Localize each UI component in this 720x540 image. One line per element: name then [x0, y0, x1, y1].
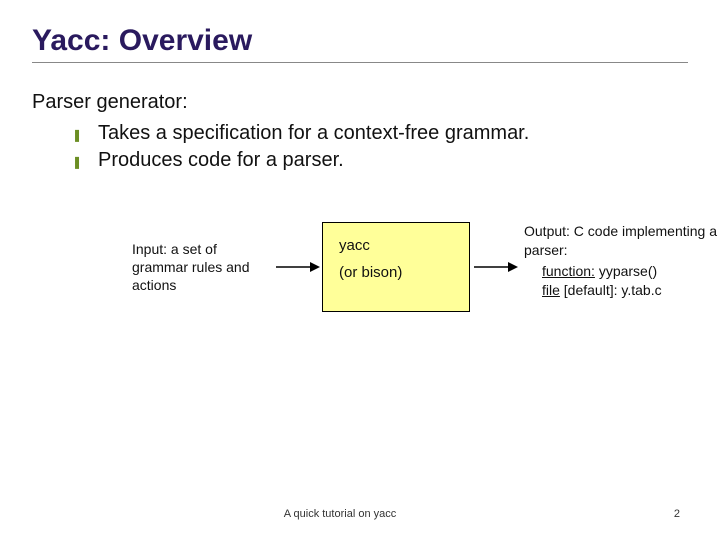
slide: Yacc: Overview Parser generator: ❚ Takes…	[0, 0, 720, 540]
file-value: y.tab.c	[621, 282, 661, 298]
bullet-icon: ❚	[72, 127, 84, 143]
output-file-line: file [default]: y.tab.c	[542, 281, 720, 300]
diagram-output-label: Output: C code implementing a parser: fu…	[524, 222, 720, 300]
flow-diagram: Input: a set of grammar rules and action…	[32, 222, 688, 342]
diagram-process-box: yacc (or bison)	[322, 222, 470, 312]
lead-text: Parser generator:	[32, 91, 688, 114]
diagram-input-label: Input: a set of grammar rules and action…	[132, 240, 272, 295]
slide-title: Yacc: Overview	[32, 24, 688, 58]
arrow-icon	[474, 260, 518, 274]
bison-label: (or bison)	[339, 264, 453, 281]
function-key: function:	[542, 263, 595, 279]
bullet-text: Takes a specification for a context-free…	[98, 120, 529, 147]
title-rule	[32, 62, 688, 63]
bullet-icon: ❚	[72, 154, 84, 170]
yacc-label: yacc	[339, 237, 453, 254]
output-head: Output: C code implementing a parser:	[524, 222, 720, 260]
footer-spacer	[0, 508, 30, 520]
arrow-icon	[276, 260, 320, 274]
page-number: 2	[650, 508, 680, 520]
bullet-text: Produces code for a parser.	[98, 147, 344, 174]
list-item: ❚ Takes a specification for a context-fr…	[72, 120, 688, 147]
bullet-list: ❚ Takes a specification for a context-fr…	[72, 120, 688, 174]
footer-text: A quick tutorial on yacc	[30, 508, 650, 520]
list-item: ❚ Produces code for a parser.	[72, 147, 688, 174]
slide-footer: A quick tutorial on yacc 2	[0, 508, 720, 520]
function-value: yyparse()	[595, 263, 657, 279]
output-function-line: function: yyparse()	[542, 262, 720, 281]
file-mid: [default]:	[560, 282, 621, 298]
file-key: file	[542, 282, 560, 298]
slide-body: Parser generator: ❚ Takes a specificatio…	[32, 91, 688, 342]
output-details: function: yyparse() file [default]: y.ta…	[542, 262, 720, 300]
